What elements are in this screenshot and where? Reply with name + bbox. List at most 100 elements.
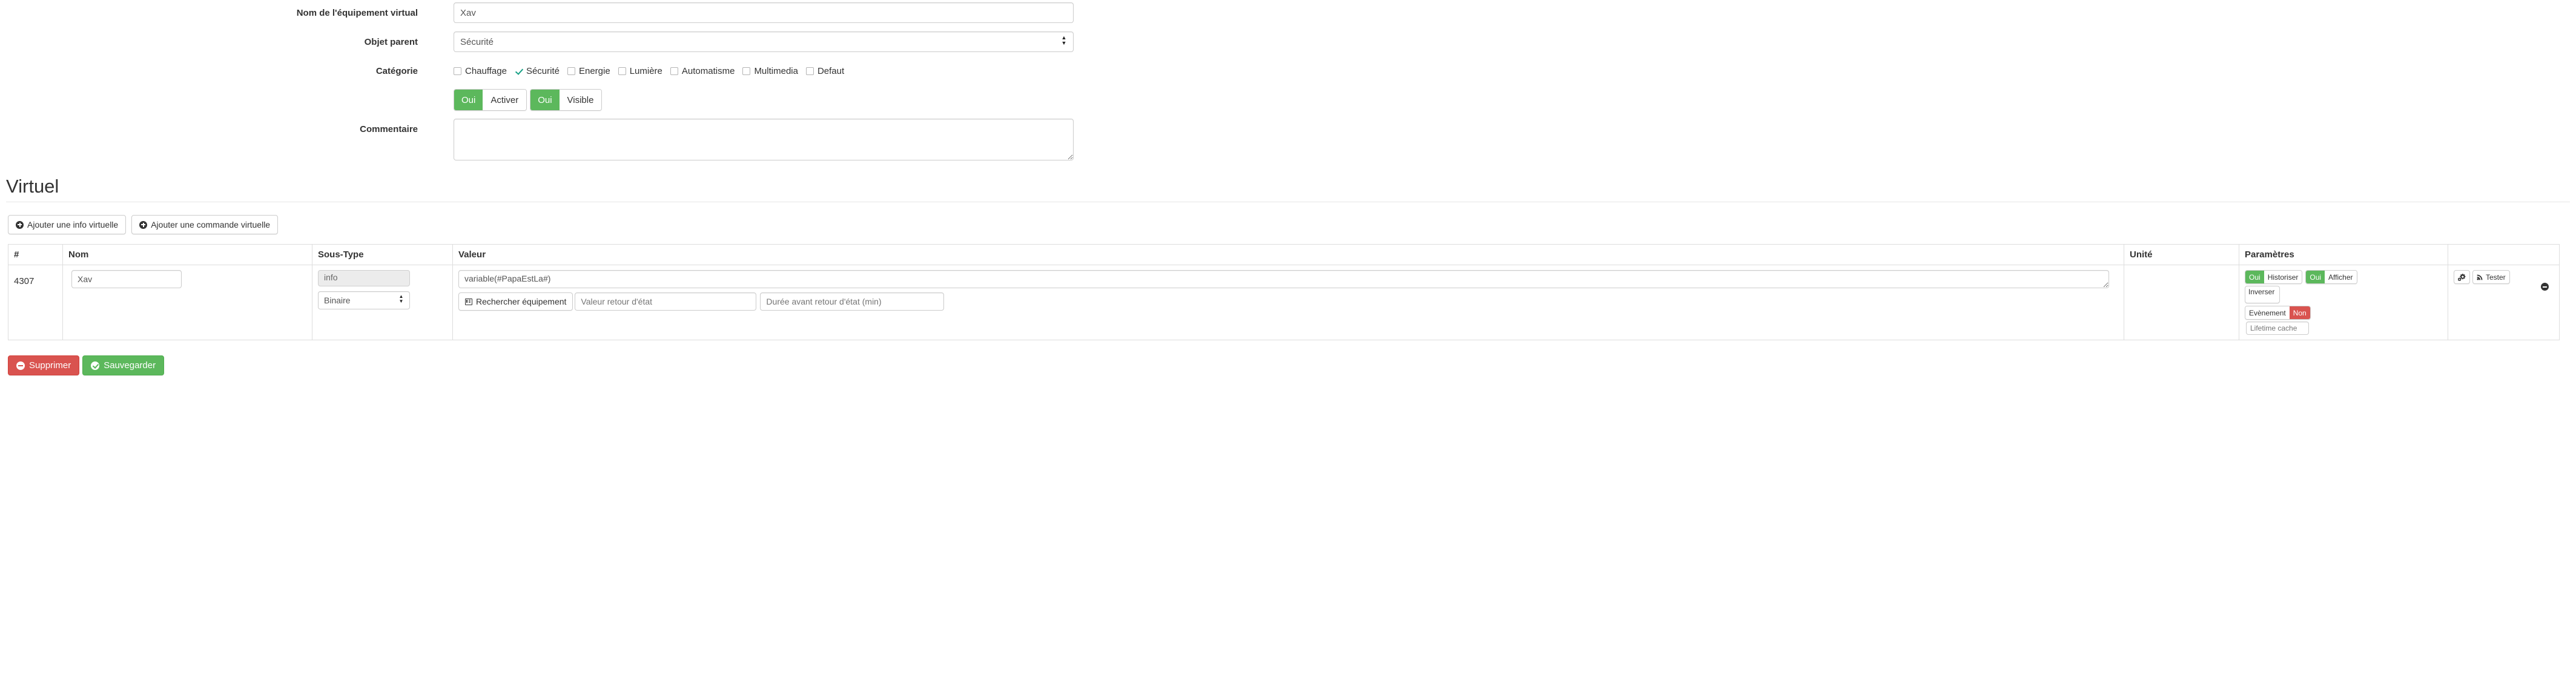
col-header-parametres: Paramètres	[2239, 244, 2448, 266]
equipment-name-input[interactable]	[454, 2, 1074, 23]
category-item-lumiere[interactable]: Lumière	[618, 66, 662, 76]
checkbox-chauffage[interactable]	[454, 67, 461, 75]
label-parent: Objet parent	[364, 37, 418, 47]
delete-button-label: Supprimer	[29, 360, 71, 371]
category-label-automatisme: Automatisme	[681, 65, 735, 76]
search-equipment-label: Rechercher équipement	[476, 297, 567, 307]
parent-object-select[interactable]: Sécurité	[454, 31, 1074, 52]
toggle-afficher[interactable]: Oui Afficher	[2305, 270, 2357, 285]
commands-table: # Nom Sous-Type Valeur Unité Paramètres …	[8, 244, 2560, 341]
form-row-category: Catégorie Chauffage Sécurité Energie Lum…	[0, 61, 2576, 81]
toggle-evenement-state[interactable]: Non	[2289, 306, 2310, 320]
col-header-id: #	[8, 244, 63, 266]
param-evenement-line: Evènement Non	[2245, 306, 2442, 320]
checkbox-lumiere[interactable]	[618, 67, 626, 75]
add-virtual-command-button[interactable]: Ajouter une commande virtuelle	[131, 215, 279, 235]
category-label-defaut: Defaut	[817, 65, 845, 76]
toggle-inverser[interactable]: Inverser	[2245, 286, 2280, 304]
return-value-input[interactable]	[575, 292, 757, 311]
check-circle-icon	[91, 361, 100, 370]
remove-command-icon[interactable]	[2541, 283, 2549, 291]
test-button-label: Tester	[2486, 272, 2506, 282]
label-name: Nom de l'équipement virtual	[296, 8, 418, 18]
toggle-evenement-label[interactable]: Evènement	[2245, 306, 2290, 320]
form-row-parent: Objet parent Sécurité ▲ ▼	[0, 31, 2576, 52]
col-header-soustype: Sous-Type	[312, 244, 453, 266]
toggle-visible[interactable]: Oui Visible	[530, 89, 603, 111]
label-category: Catégorie	[375, 66, 418, 76]
category-item-chauffage[interactable]: Chauffage	[454, 66, 507, 76]
col-header-valeur: Valeur	[452, 244, 2124, 266]
value-second-line: Rechercher équipement	[458, 292, 2118, 311]
cell-actions: Tester	[2448, 265, 2560, 341]
col-header-unite: Unité	[2124, 244, 2239, 266]
add-virtual-info-button[interactable]: Ajouter une info virtuelle	[8, 215, 127, 235]
toggle-historiser-label[interactable]: Historiser	[2264, 271, 2302, 284]
toggle-evenement[interactable]: Evènement Non	[2245, 306, 2311, 320]
return-duration-input[interactable]	[760, 292, 945, 311]
toggle-afficher-state[interactable]: Oui	[2306, 271, 2325, 284]
category-label-chauffage: Chauffage	[465, 65, 507, 76]
toggle-afficher-label[interactable]: Afficher	[2325, 271, 2357, 284]
command-name-input[interactable]	[71, 270, 182, 289]
cell-unite	[2124, 265, 2239, 341]
minus-circle-icon	[16, 361, 25, 370]
checkbox-energie[interactable]	[567, 67, 575, 75]
form-row-toggles: Oui Activer Oui Visible	[0, 89, 2576, 111]
cell-parametres: Oui Historiser Oui Afficher Inverser Evè…	[2239, 265, 2448, 341]
table-header-row: # Nom Sous-Type Valeur Unité Paramètres	[8, 244, 2560, 266]
category-item-multimedia[interactable]: Multimedia	[742, 66, 798, 76]
form-row-comment: Commentaire	[0, 119, 2576, 160]
category-item-securite[interactable]: Sécurité	[515, 66, 560, 76]
category-item-defaut[interactable]: Defaut	[805, 65, 845, 76]
field-category-wrap: Chauffage Sécurité Energie Lumière Autom	[418, 61, 2576, 81]
command-type-static: info	[318, 270, 410, 287]
toggle-historiser[interactable]: Oui Historiser	[2245, 270, 2303, 285]
toggle-activer-state[interactable]: Oui	[454, 90, 483, 110]
checkbox-multimedia[interactable]	[742, 67, 751, 75]
col-header-actions	[2448, 244, 2560, 266]
test-button[interactable]: Tester	[2472, 270, 2510, 285]
category-label-multimedia: Multimedia	[754, 65, 798, 76]
category-checkbox-list: Chauffage Sécurité Energie Lumière Autom	[454, 61, 2576, 81]
table-row: 4307 info Binaire ▲▼	[8, 265, 2560, 341]
section-title: Virtuel	[6, 176, 59, 197]
row-actions: Tester	[2454, 270, 2554, 291]
configure-button[interactable]	[2454, 270, 2470, 285]
toggle-activer[interactable]: Oui Activer	[454, 89, 527, 111]
comment-textarea[interactable]	[454, 119, 1074, 160]
category-item-energie[interactable]: Energie	[567, 66, 610, 76]
table-head: # Nom Sous-Type Valeur Unité Paramètres	[8, 244, 2560, 266]
field-name-wrap	[418, 2, 2576, 23]
category-label-lumiere: Lumière	[629, 65, 662, 76]
toggles-wrap: Oui Activer Oui Visible	[418, 89, 2576, 111]
subtype-select[interactable]: Binaire	[318, 291, 410, 310]
toggle-visible-label[interactable]: Visible	[559, 90, 602, 110]
toggle-historiser-state[interactable]: Oui	[2245, 271, 2264, 284]
toggle-inverser-label: Inverser	[2248, 288, 2275, 297]
checkbox-defaut[interactable]	[805, 67, 814, 75]
toggle-activer-label[interactable]: Activer	[483, 90, 527, 110]
equipment-form: Nom de l'équipement virtual Objet parent…	[0, 0, 2576, 160]
checkbox-securite[interactable]	[515, 67, 523, 75]
lifetime-cache-input[interactable]	[2246, 322, 2309, 335]
search-equipment-button[interactable]: Rechercher équipement	[458, 292, 573, 311]
subtype-select-wrap: Binaire ▲ ▼	[318, 291, 410, 310]
add-virtual-command-label: Ajouter une commande virtuelle	[151, 220, 271, 230]
delete-button[interactable]: Supprimer	[8, 355, 80, 376]
param-toggles-line: Oui Historiser Oui Afficher	[2245, 270, 2442, 285]
row-id-value: 4307	[14, 276, 35, 287]
label-toggles-spacer	[0, 90, 418, 94]
parent-select-wrap: Sécurité ▲ ▼	[454, 31, 1074, 52]
save-button[interactable]: Sauvegarder	[82, 355, 165, 376]
label-comment: Commentaire	[360, 124, 418, 134]
toggle-visible-state[interactable]: Oui	[530, 90, 560, 110]
category-item-automatisme[interactable]: Automatisme	[670, 66, 735, 76]
list-icon	[465, 298, 472, 305]
checkbox-automatisme[interactable]	[670, 67, 678, 75]
table-body: 4307 info Binaire ▲▼	[8, 265, 2560, 341]
add-buttons-bar: Ajouter une info virtuelle Ajouter une c…	[8, 215, 2576, 235]
save-button-label: Sauvegarder	[104, 360, 156, 371]
value-textarea[interactable]: variable(#PapaEstLa#)	[458, 270, 2109, 289]
col-header-nom: Nom	[62, 244, 312, 266]
